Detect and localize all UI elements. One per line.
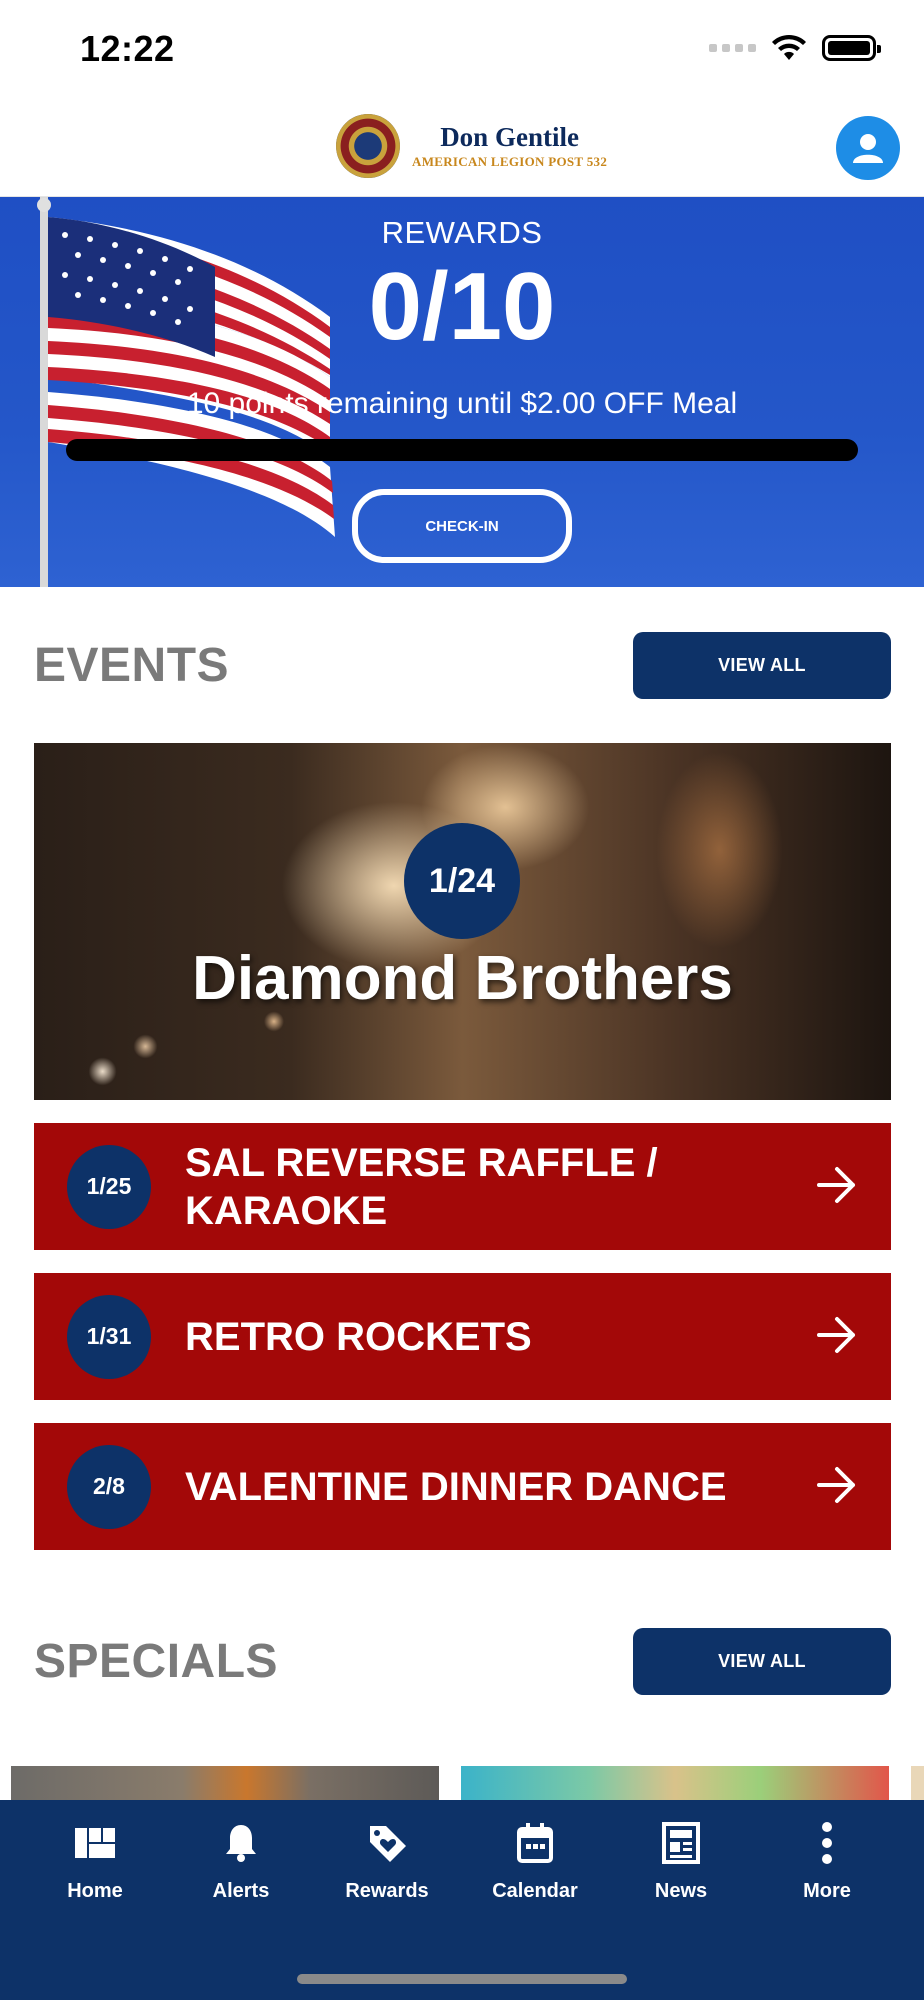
event-row[interactable]: 1/31 RETRO ROCKETS	[34, 1273, 891, 1400]
rewards-banner: REWARDS 0/10 10 points remaining until $…	[0, 197, 924, 587]
status-time: 12:22	[80, 28, 175, 69]
rewards-remaining-text: 10 points remaining until $2.00 OFF Meal	[186, 387, 738, 420]
legion-seal-icon	[336, 114, 400, 178]
battery-icon	[822, 35, 881, 61]
brand-logo: Don Gentile AMERICAN LEGION POST 532	[336, 114, 607, 178]
wifi-icon	[772, 34, 806, 60]
nav-rewards[interactable]: Rewards	[314, 1822, 460, 1932]
rewards-progress-bar	[66, 439, 858, 461]
user-icon	[853, 134, 883, 163]
nav-label: News	[654, 1880, 708, 1902]
home-grid-icon	[75, 1828, 115, 1858]
brand-subtitle: AMERICAN LEGION POST 532	[412, 154, 608, 169]
brand-title: Don Gentile	[440, 122, 579, 152]
bell-icon	[226, 1825, 256, 1862]
featured-event-title: Diamond Brothers	[192, 944, 733, 1013]
specials-view-all-button[interactable]: VIEW ALL	[633, 1628, 891, 1695]
cellular-signal-icon	[709, 44, 756, 52]
events-view-all-button[interactable]: VIEW ALL	[633, 632, 891, 699]
nav-more[interactable]: More	[754, 1822, 900, 1932]
event-date-badge: 1/25	[67, 1144, 151, 1229]
event-name: SAL REVERSE RAFFLE / KARAOKE	[185, 1140, 658, 1233]
rewards-label: REWARDS	[381, 215, 543, 250]
nav-alerts[interactable]: Alerts	[168, 1822, 314, 1932]
app-header: Don Gentile AMERICAN LEGION POST 532	[0, 100, 924, 197]
nav-label: Home	[67, 1880, 123, 1902]
arrow-right-icon	[817, 1467, 855, 1503]
nav-label: Calendar	[492, 1880, 578, 1902]
nav-label: More	[803, 1880, 851, 1902]
bottom-navigation: Home Alerts Rewards Calendar News More	[0, 1800, 924, 2000]
home-indicator	[297, 1974, 627, 1984]
event-name: VALENTINE DINNER DANCE	[185, 1464, 727, 1509]
nav-home[interactable]: Home	[22, 1822, 168, 1932]
events-section-title: EVENTS	[34, 639, 230, 692]
newspaper-icon	[662, 1822, 700, 1864]
specials-section-title: SPECIALS	[34, 1635, 279, 1688]
calendar-icon	[517, 1823, 553, 1863]
more-vertical-icon	[822, 1822, 832, 1864]
rewards-points-count: 0/10	[368, 253, 556, 360]
status-bar: 12:22	[0, 0, 924, 100]
event-name: RETRO ROCKETS	[185, 1314, 532, 1359]
nav-news[interactable]: News	[608, 1822, 754, 1932]
event-row[interactable]: 2/8 VALENTINE DINNER DANCE	[34, 1423, 891, 1550]
featured-event-date: 1/24	[404, 823, 520, 939]
profile-button[interactable]	[836, 116, 900, 180]
checkin-button[interactable]: CHECK-IN	[352, 489, 572, 563]
featured-event-card[interactable]: 1/24 Diamond Brothers	[34, 743, 891, 1100]
nav-label: Alerts	[212, 1880, 270, 1902]
nav-calendar[interactable]: Calendar	[462, 1822, 608, 1932]
event-date-badge: 2/8	[67, 1444, 151, 1529]
status-icons	[709, 34, 881, 62]
event-row[interactable]: 1/25 SAL REVERSE RAFFLE / KARAOKE	[34, 1123, 891, 1250]
event-date-badge: 1/31	[67, 1294, 151, 1379]
arrow-right-icon	[817, 1317, 855, 1353]
arrow-right-icon	[817, 1167, 855, 1203]
tag-heart-icon	[370, 1826, 406, 1862]
nav-label: Rewards	[345, 1880, 429, 1902]
